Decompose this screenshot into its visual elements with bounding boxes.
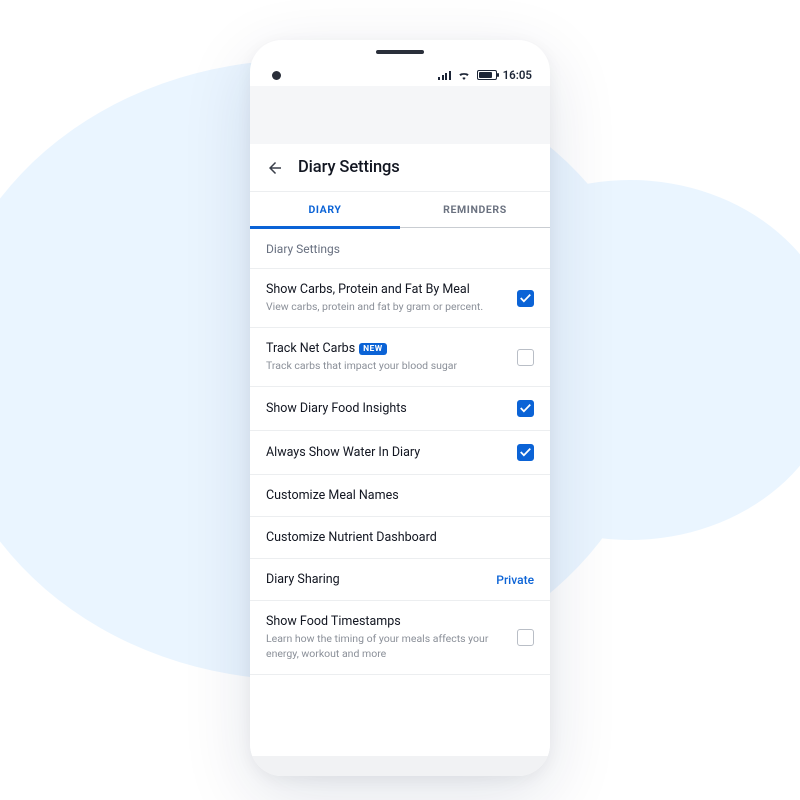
checkbox[interactable] bbox=[517, 400, 534, 417]
page-title: Diary Settings bbox=[298, 158, 400, 177]
checkbox[interactable] bbox=[517, 444, 534, 461]
status-bar: 16:05 bbox=[250, 64, 550, 86]
tab-bar: DIARY REMINDERS bbox=[250, 192, 550, 228]
battery-icon bbox=[477, 70, 497, 80]
row-food-insights[interactable]: Show Diary Food Insights bbox=[250, 387, 550, 431]
row-title: Show Diary Food Insights bbox=[266, 401, 507, 416]
row-customize-nutrient-dashboard[interactable]: Customize Nutrient Dashboard bbox=[250, 517, 550, 559]
back-arrow-icon[interactable] bbox=[266, 159, 284, 177]
header-spacer bbox=[250, 86, 550, 144]
checkbox[interactable] bbox=[517, 290, 534, 307]
app-bar: Diary Settings bbox=[250, 144, 550, 192]
clock-label: 16:05 bbox=[503, 68, 532, 82]
cell-signal-icon bbox=[438, 70, 451, 80]
row-title: Always Show Water In Diary bbox=[266, 445, 507, 460]
tab-diary[interactable]: DIARY bbox=[250, 192, 400, 227]
row-value: Private bbox=[496, 573, 534, 587]
home-indicator bbox=[250, 756, 550, 776]
row-water-in-diary[interactable]: Always Show Water In Diary bbox=[250, 431, 550, 475]
tab-reminders[interactable]: REMINDERS bbox=[400, 192, 550, 227]
row-customize-meal-names[interactable]: Customize Meal Names bbox=[250, 475, 550, 517]
row-title: Customize Nutrient Dashboard bbox=[266, 530, 534, 545]
row-title: Show Food Timestamps bbox=[266, 614, 507, 629]
checkbox[interactable] bbox=[517, 629, 534, 646]
wifi-icon bbox=[457, 70, 471, 80]
settings-scroll: Diary Settings Show Carbs, Protein and F… bbox=[250, 228, 550, 756]
row-diary-sharing[interactable]: Diary Sharing Private bbox=[250, 559, 550, 601]
phone-frame: 16:05 Diary Settings DIARY REMINDERS Dia… bbox=[250, 40, 550, 776]
row-subtitle: View carbs, protein and fat by gram or p… bbox=[266, 300, 507, 314]
row-title: Show Carbs, Protein and Fat By Meal bbox=[266, 282, 507, 297]
camera-dot-icon bbox=[272, 71, 281, 80]
row-title: Diary Sharing bbox=[266, 572, 486, 587]
row-subtitle: Learn how the timing of your meals affec… bbox=[266, 632, 507, 660]
checkbox[interactable] bbox=[517, 349, 534, 366]
section-header: Diary Settings bbox=[250, 228, 550, 269]
row-title: Customize Meal Names bbox=[266, 488, 534, 503]
row-food-timestamps[interactable]: Show Food Timestamps Learn how the timin… bbox=[250, 601, 550, 674]
row-track-net-carbs[interactable]: Track Net CarbsNEW Track carbs that impa… bbox=[250, 328, 550, 387]
row-title: Track Net CarbsNEW bbox=[266, 341, 507, 356]
speaker-slot bbox=[376, 50, 424, 54]
row-show-macros[interactable]: Show Carbs, Protein and Fat By Meal View… bbox=[250, 269, 550, 328]
row-subtitle: Track carbs that impact your blood sugar bbox=[266, 359, 507, 373]
new-badge: NEW bbox=[359, 343, 386, 355]
